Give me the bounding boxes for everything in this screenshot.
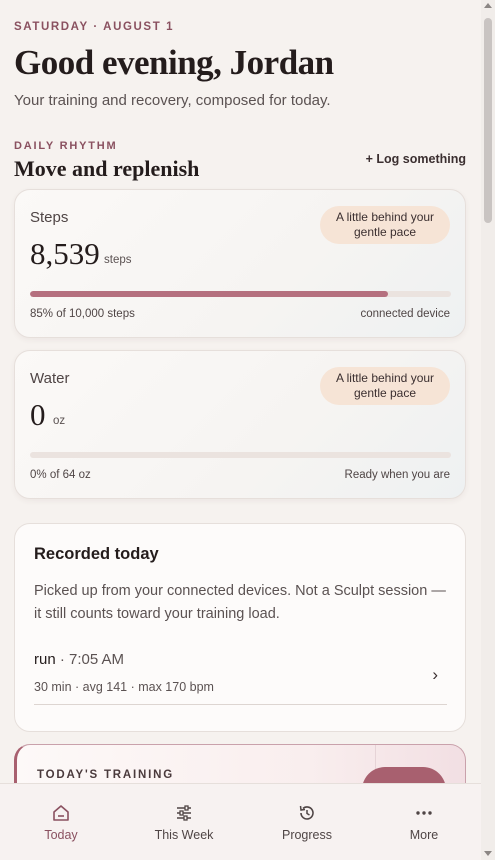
pace-badge: A little behind your gentle pace [320, 367, 450, 405]
nav-item-more[interactable]: More [379, 784, 469, 860]
main-scroll-area[interactable]: SATURDAY · AUGUST 1 Good evening, Jordan… [0, 0, 481, 783]
nav-item-this-week[interactable]: This Week [139, 784, 229, 860]
activity-row[interactable]: run · 7:05 AM 30 min · avg 141 · max 170… [34, 648, 447, 705]
nav-item-progress[interactable]: Progress [262, 784, 352, 860]
pace-badge: A little behind your gentle pace [320, 206, 450, 244]
date-eyebrow: SATURDAY · AUGUST 1 [14, 21, 175, 33]
home-icon [53, 805, 69, 821]
nav-label: Today [44, 828, 78, 842]
metric-label: Steps [30, 209, 69, 226]
section-title: Move and replenish [14, 156, 200, 181]
scrollbar-thumb[interactable] [484, 18, 492, 223]
start-session-button[interactable] [362, 767, 446, 783]
source-caption: Ready when you are [344, 469, 450, 481]
section-eyebrow: DAILY RHYTHM [14, 140, 118, 152]
source-caption: connected device [360, 308, 450, 320]
activity-stats: 30 min · avg 141 · max 170 bpm [34, 680, 214, 694]
activity-time: · 7:05 AM [55, 651, 125, 668]
scroll-down-icon[interactable] [484, 851, 492, 856]
metric-value: 8,539 [30, 236, 100, 271]
progress-track [30, 291, 451, 297]
bottom-nav: Today This Week Progress More [0, 783, 481, 860]
nav-label: Progress [281, 828, 333, 842]
activity-title: run · 7:05 AM [34, 651, 124, 668]
metric-value: 0 [30, 397, 46, 432]
scroll-up-icon[interactable] [484, 3, 492, 8]
water-card[interactable]: Water 0 oz A little behind your gentle p… [14, 350, 466, 499]
greeting-title: Good evening, Jordan [14, 43, 334, 82]
nav-label: This Week [154, 828, 214, 842]
progress-fill [30, 291, 388, 297]
recorded-today-card: Recorded today Picked up from your conne… [14, 523, 466, 732]
chevron-right-icon[interactable]: › [432, 665, 438, 685]
sliders-icon [177, 805, 191, 821]
training-eyebrow: TODAY'S TRAINING [37, 769, 174, 781]
card-title: Recorded today [34, 545, 159, 563]
card-description: Picked up from your connected devices. N… [34, 583, 446, 622]
progress-caption: 0% of 64 oz [30, 469, 91, 481]
scrollbar[interactable] [481, 0, 495, 860]
more-icon [416, 811, 432, 815]
metric-unit: oz [53, 415, 66, 427]
metric-label: Water [30, 370, 70, 387]
log-something-button[interactable]: + Log something [366, 152, 466, 166]
todays-training-card[interactable]: TODAY'S TRAINING [14, 744, 466, 783]
greeting-subtitle: Your training and recovery, composed for… [14, 92, 331, 109]
activity-name: run [34, 651, 56, 668]
nav-label: More [409, 828, 439, 842]
nav-item-today[interactable]: Today [16, 784, 106, 860]
history-icon [299, 805, 314, 820]
progress-track [30, 452, 451, 458]
steps-card[interactable]: Steps 8,539 steps A little behind your g… [14, 189, 466, 338]
progress-caption: 85% of 10,000 steps [30, 308, 135, 320]
metric-unit: steps [104, 254, 132, 266]
